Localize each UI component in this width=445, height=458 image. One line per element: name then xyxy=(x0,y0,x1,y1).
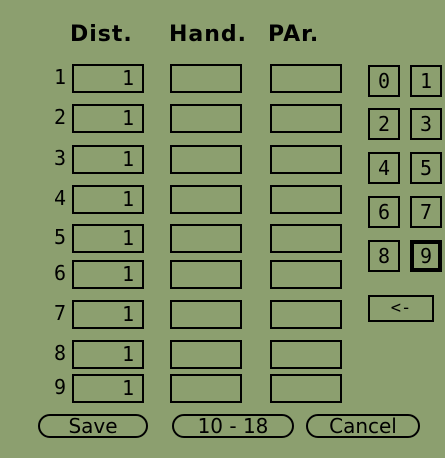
hole-number: 7 xyxy=(53,301,66,325)
scorecard-screen: Dist. Hand. PAr. 112131415161718191 0123… xyxy=(0,0,445,458)
hole-number: 5 xyxy=(53,225,66,249)
hole-number: 9 xyxy=(53,375,66,399)
keypad-key-3[interactable]: 3 xyxy=(410,108,442,140)
keypad-key-8[interactable]: 8 xyxy=(368,240,400,272)
holes-10-18-button[interactable]: 10 - 18 xyxy=(172,414,294,438)
backspace-button[interactable]: <- xyxy=(368,295,434,322)
par-field[interactable] xyxy=(270,64,342,93)
par-field[interactable] xyxy=(270,104,342,133)
keypad-key-6[interactable]: 6 xyxy=(368,196,400,228)
header-handicap: Hand. xyxy=(169,22,248,47)
par-field[interactable] xyxy=(270,374,342,403)
keypad-key-7[interactable]: 7 xyxy=(410,196,442,228)
hole-number: 6 xyxy=(53,261,66,285)
save-button[interactable]: Save xyxy=(38,414,148,438)
handicap-field[interactable] xyxy=(170,185,242,214)
distance-field[interactable]: 1 xyxy=(72,104,144,133)
handicap-field[interactable] xyxy=(170,104,242,133)
par-field[interactable] xyxy=(270,340,342,369)
hole-number: 1 xyxy=(53,65,66,89)
distance-field[interactable]: 1 xyxy=(72,300,144,329)
hole-number: 4 xyxy=(53,186,66,210)
handicap-field[interactable] xyxy=(170,260,242,289)
distance-field[interactable]: 1 xyxy=(72,64,144,93)
hole-number: 8 xyxy=(53,341,66,365)
header-distance: Dist. xyxy=(70,22,133,47)
keypad-key-9[interactable]: 9 xyxy=(410,240,442,272)
distance-field[interactable]: 1 xyxy=(72,224,144,253)
handicap-field[interactable] xyxy=(170,224,242,253)
par-field[interactable] xyxy=(270,185,342,214)
handicap-field[interactable] xyxy=(170,300,242,329)
distance-field[interactable]: 1 xyxy=(72,374,144,403)
distance-field[interactable]: 1 xyxy=(72,185,144,214)
distance-field[interactable]: 1 xyxy=(72,260,144,289)
keypad-key-4[interactable]: 4 xyxy=(368,152,400,184)
par-field[interactable] xyxy=(270,145,342,174)
hole-number: 3 xyxy=(53,146,66,170)
keypad-key-5[interactable]: 5 xyxy=(410,152,442,184)
handicap-field[interactable] xyxy=(170,340,242,369)
handicap-field[interactable] xyxy=(170,64,242,93)
header-par: PAr. xyxy=(268,22,320,47)
keypad-key-1[interactable]: 1 xyxy=(410,65,442,97)
hole-number: 2 xyxy=(53,105,66,129)
par-field[interactable] xyxy=(270,300,342,329)
cancel-button[interactable]: Cancel xyxy=(306,414,420,438)
par-field[interactable] xyxy=(270,260,342,289)
distance-field[interactable]: 1 xyxy=(72,145,144,174)
distance-field[interactable]: 1 xyxy=(72,340,144,369)
keypad-key-2[interactable]: 2 xyxy=(368,108,400,140)
handicap-field[interactable] xyxy=(170,145,242,174)
keypad-key-0[interactable]: 0 xyxy=(368,65,400,97)
par-field[interactable] xyxy=(270,224,342,253)
handicap-field[interactable] xyxy=(170,374,242,403)
